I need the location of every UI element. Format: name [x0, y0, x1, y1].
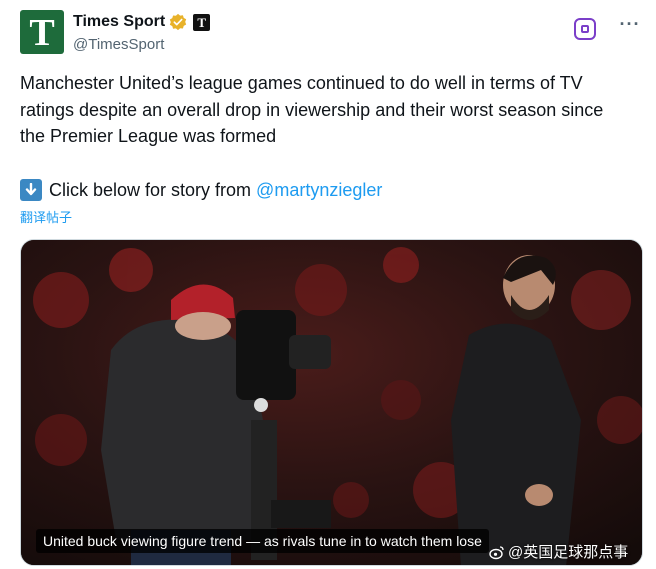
tweet-header: T Times Sport T @TimesSport ···	[20, 10, 642, 56]
down-arrow-icon	[20, 179, 42, 201]
display-name[interactable]: Times Sport	[73, 13, 165, 31]
avatar-letter: T	[29, 12, 55, 54]
handle[interactable]: @TimesSport	[73, 36, 210, 53]
verified-icon[interactable]	[169, 13, 187, 31]
story-link-line: Click below for story from @martynziegle…	[20, 177, 382, 203]
tweet-text: Manchester United’s league games continu…	[20, 73, 604, 146]
name-row: Times Sport T	[73, 12, 211, 32]
stadium-photo	[21, 240, 642, 565]
more-icon[interactable]: ···	[618, 15, 642, 40]
mention-link[interactable]: @martynziegler	[256, 177, 382, 203]
media-caption: United buck viewing figure trend — as ri…	[36, 529, 489, 553]
watermark: @英国足球那点事	[489, 541, 628, 562]
grok-icon[interactable]	[574, 18, 596, 40]
media-image[interactable]	[20, 239, 643, 566]
avatar[interactable]: T	[20, 10, 64, 54]
author-names: Times Sport T @TimesSport	[73, 12, 211, 53]
translate-link[interactable]: 翻译帖子	[20, 207, 72, 226]
watermark-text: @英国足球那点事	[508, 544, 629, 561]
weibo-icon	[489, 545, 504, 559]
link-prefix: Click below for story from	[49, 180, 252, 200]
affiliate-badge[interactable]: T	[193, 13, 211, 31]
